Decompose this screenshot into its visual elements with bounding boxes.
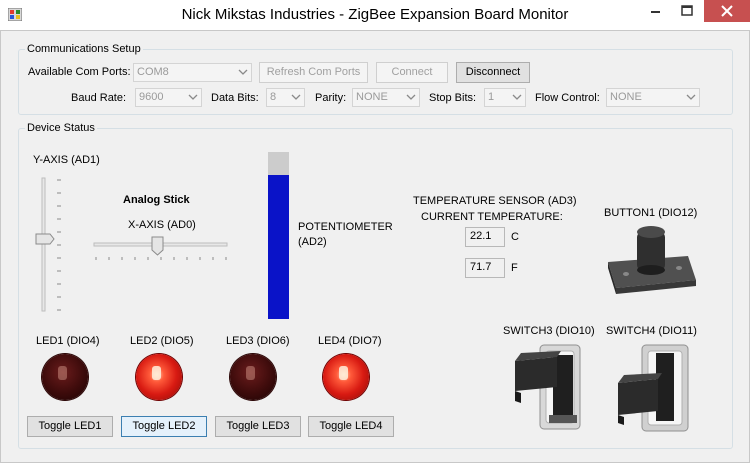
analog-stick-label: Analog Stick	[123, 194, 190, 206]
parity-label: Parity:	[315, 92, 347, 104]
current-temperature-label: CURRENT TEMPERATURE:	[421, 211, 563, 223]
led-glint	[339, 366, 348, 380]
potentiometer-fill	[268, 175, 289, 319]
led1-label: LED1 (DIO4)	[36, 335, 100, 347]
data-bits-label: Data Bits:	[211, 92, 259, 104]
switch4-image	[618, 344, 689, 432]
button1-image	[608, 226, 696, 294]
celsius-unit: C	[511, 231, 519, 243]
communications-setup-legend: Communications Setup	[27, 43, 141, 55]
led3-indicator	[230, 354, 276, 400]
maximize-icon	[681, 5, 693, 16]
led-glint	[246, 366, 255, 380]
parity-select[interactable]: NONE	[352, 88, 420, 107]
x-axis-label: X-AXIS (AD0)	[128, 219, 196, 231]
led2-indicator	[136, 354, 182, 400]
x-axis-slider[interactable]	[90, 233, 232, 261]
temperature-fahrenheit-field: 71.7	[465, 258, 505, 278]
title-bar: Nick Mikstas Industries - ZigBee Expansi…	[0, 0, 750, 30]
stop-bits-value: 1	[488, 91, 495, 103]
button1-label: BUTTON1 (DIO12)	[604, 207, 698, 219]
chevron-down-icon	[238, 69, 248, 75]
chevron-down-icon	[512, 94, 522, 100]
data-bits-select[interactable]: 8	[266, 88, 305, 107]
led1-indicator	[42, 354, 88, 400]
y-axis-slider[interactable]	[33, 175, 67, 315]
led2-label: LED2 (DIO5)	[130, 335, 194, 347]
fahrenheit-unit: F	[511, 262, 518, 274]
led-glint	[58, 366, 67, 380]
potentiometer-label: POTENTIOMETER (AD2)	[298, 221, 393, 248]
y-axis-label: Y-AXIS (AD1)	[33, 154, 100, 166]
flow-control-value: NONE	[610, 91, 642, 103]
parity-value: NONE	[356, 91, 388, 103]
led4-indicator	[323, 354, 369, 400]
data-bits-value: 8	[270, 91, 277, 103]
toggle-led3-button[interactable]: Toggle LED3	[215, 416, 301, 437]
com-port-select[interactable]: COM8	[133, 63, 252, 82]
com-port-value: COM8	[137, 66, 169, 78]
chevron-down-icon	[188, 94, 198, 100]
chevron-down-icon	[406, 94, 416, 100]
temperature-celsius-field: 22.1	[465, 227, 505, 247]
stop-bits-label: Stop Bits:	[429, 92, 477, 104]
potentiometer-bar	[268, 152, 289, 319]
close-icon	[721, 5, 733, 17]
disconnect-button[interactable]: Disconnect	[456, 62, 530, 83]
baud-rate-label: Baud Rate:	[71, 92, 127, 104]
connect-button[interactable]: Connect	[376, 62, 448, 83]
switch4-label: SWITCH4 (DIO11)	[606, 325, 697, 337]
chevron-down-icon	[291, 94, 301, 100]
toggle-led1-button[interactable]: Toggle LED1	[27, 416, 113, 437]
chevron-down-icon	[686, 94, 696, 100]
toggle-led2-button[interactable]: Toggle LED2	[121, 416, 207, 437]
flow-control-select[interactable]: NONE	[606, 88, 700, 107]
led3-label: LED3 (DIO6)	[226, 335, 290, 347]
close-button[interactable]	[704, 0, 750, 22]
device-status-legend: Device Status	[27, 122, 95, 134]
led4-label: LED4 (DIO7)	[318, 335, 382, 347]
com-ports-label: Available Com Ports:	[28, 66, 131, 78]
flow-control-label: Flow Control:	[535, 92, 600, 104]
led-glint	[152, 366, 161, 380]
baud-rate-value: 9600	[139, 91, 164, 103]
stop-bits-select[interactable]: 1	[484, 88, 526, 107]
switch3-image	[515, 344, 581, 430]
temperature-sensor-label: TEMPERATURE SENSOR (AD3)	[413, 195, 577, 207]
toggle-led4-button[interactable]: Toggle LED4	[308, 416, 394, 437]
switch3-label: SWITCH3 (DIO10)	[503, 325, 595, 337]
baud-rate-select[interactable]: 9600	[135, 88, 202, 107]
refresh-com-ports-button[interactable]: Refresh Com Ports	[259, 62, 368, 83]
